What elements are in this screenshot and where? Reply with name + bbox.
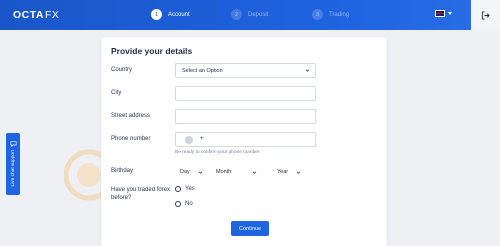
phone-prefix: +	[200, 135, 204, 142]
traded-label-line2: before?	[111, 195, 132, 201]
birthday-day-select[interactable]: Day	[180, 166, 203, 178]
radio-label: No	[185, 201, 193, 207]
traded-no-radio[interactable]: No	[175, 201, 193, 207]
octafx-logo[interactable]: OCTA FX	[13, 9, 59, 21]
birthday-year-select[interactable]: Year	[277, 166, 301, 178]
traded-label-line1: Have you traded forex	[111, 187, 171, 193]
country-select[interactable]: Select an Option	[175, 63, 316, 78]
logout-icon	[481, 10, 490, 20]
step-account: 1 Account	[151, 9, 190, 20]
day-select-value: Day	[180, 169, 190, 175]
step-number: 2	[231, 9, 242, 20]
radio-circle	[175, 201, 181, 207]
radio-label: Yes	[185, 186, 195, 192]
step-label: Deposit	[248, 11, 269, 18]
chevron-down-icon	[305, 69, 310, 72]
city-input[interactable]	[175, 86, 316, 101]
logo-text-main: OCTA	[13, 9, 44, 21]
step-deposit: 2 Deposit	[231, 9, 268, 20]
birthday-month-select[interactable]: Month	[216, 166, 257, 178]
info-icon[interactable]	[184, 49, 189, 54]
chat-icon	[10, 141, 16, 148]
step-label: Account	[168, 11, 190, 18]
language-selector[interactable]	[435, 10, 452, 17]
form-title: Provide your details	[111, 46, 193, 56]
continue-button[interactable]: Continue	[231, 221, 269, 236]
street-address-input[interactable]	[175, 109, 316, 124]
country-flag-icon[interactable]	[185, 136, 193, 144]
top-navigation-bar: OCTA FX 1 Account 2 Deposit 3 Trading	[0, 0, 500, 30]
chevron-down-icon	[296, 170, 301, 174]
logout-button[interactable]	[471, 0, 500, 30]
street-label: Street address	[111, 113, 151, 119]
chevron-down-icon	[198, 170, 203, 174]
phone-hint: Be ready to confirm your phone number	[175, 150, 260, 155]
logo-text-suffix: FX	[44, 9, 60, 21]
country-label: Country	[111, 67, 133, 73]
radio-circle	[175, 186, 181, 192]
live-chat-support-tab[interactable]: Live chat support	[6, 133, 20, 195]
step-label: Trading	[329, 11, 350, 18]
chevron-down-icon	[448, 12, 452, 15]
step-number: 3	[312, 9, 323, 20]
live-chat-label: Live chat support	[10, 150, 16, 187]
month-select-value: Month	[216, 169, 232, 175]
phone-input[interactable]: +	[175, 132, 316, 147]
uk-flag-icon	[435, 10, 445, 17]
city-label: City	[111, 90, 122, 96]
step-trading: 3 Trading	[312, 9, 349, 20]
traded-yes-radio[interactable]: Yes	[175, 186, 195, 192]
year-select-value: Year	[277, 169, 289, 175]
birthday-label: Birthday	[111, 168, 134, 174]
chevron-down-icon	[253, 170, 257, 174]
step-number: 1	[151, 9, 162, 20]
country-select-value: Select an Option	[182, 68, 223, 74]
phone-label: Phone number	[111, 136, 151, 142]
